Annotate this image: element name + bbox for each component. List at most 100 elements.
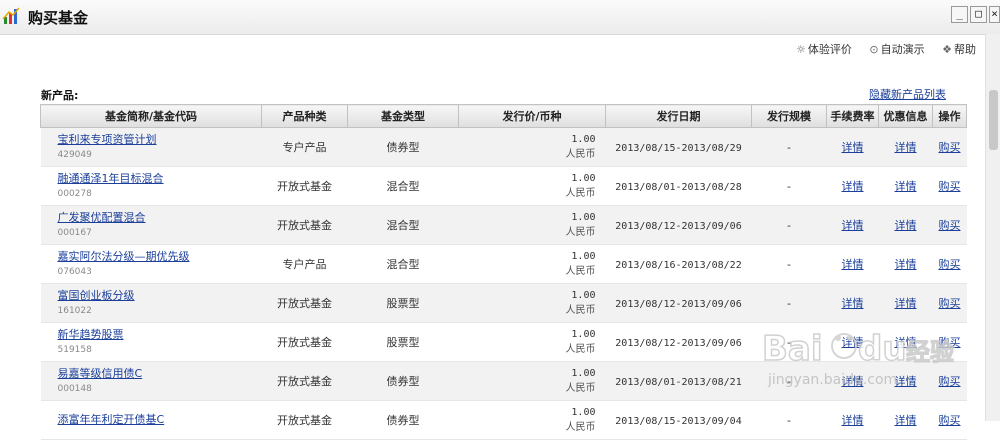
help-link[interactable]: ❖ 帮助 <box>942 41 976 57</box>
fund-code: 429049 <box>57 149 92 160</box>
date-cell: 2013/08/12-2013/09/06 <box>605 205 752 245</box>
buy-link[interactable]: 购买 <box>939 180 961 193</box>
date-cell: 2013/08/15-2013/09/04 <box>605 400 752 440</box>
feedback-link[interactable]: ☼ 体验评价 <box>796 41 852 57</box>
fee-detail-link[interactable]: 详情 <box>842 336 864 349</box>
fee-detail-link[interactable]: 详情 <box>842 180 864 193</box>
currency: 人民币 <box>565 383 596 394</box>
fund-name-link[interactable]: 嘉实阿尔法分级—期优先级 <box>58 249 262 264</box>
header-fund-name[interactable]: 基金简称/基金代码 <box>40 104 262 128</box>
fund-name-link[interactable]: 易嘉等级信用债C <box>58 366 262 381</box>
fund-name-link[interactable]: 宝利来专项资管计划 <box>58 132 262 147</box>
category-cell: 开放式基金 <box>261 400 348 440</box>
promo-cell: 详情 <box>878 166 933 206</box>
promo-cell: 详情 <box>878 244 933 284</box>
fund-code: 161022 <box>57 305 92 316</box>
date-cell: 2013/08/01-2013/08/21 <box>605 361 752 401</box>
price-value: 1.00 <box>571 251 596 262</box>
currency: 人民币 <box>565 422 596 433</box>
fee-detail-link[interactable]: 详情 <box>842 141 864 154</box>
fund-name-cell: 融通通泽1年目标混合 000278 <box>40 166 262 206</box>
chart-app-icon <box>2 7 20 24</box>
price-cell: 1.00 人民币 <box>458 361 606 401</box>
buy-link[interactable]: 购买 <box>939 141 961 154</box>
price-value: 1.00 <box>571 290 596 301</box>
table-row: 易嘉等级信用债C 000148 开放式基金 债券型 1.00 人民币 2013/08… <box>40 361 967 401</box>
buy-link[interactable]: 购买 <box>939 219 961 232</box>
fund-name-cell: 添富年年利定开债基C <box>40 400 262 440</box>
price-value: 1.00 <box>571 329 596 340</box>
promo-detail-link[interactable]: 详情 <box>895 180 917 193</box>
fund-name-link[interactable]: 添富年年利定开债基C <box>58 412 262 427</box>
fund-name-link[interactable]: 融通通泽1年目标混合 <box>58 171 262 186</box>
table-row: 融通通泽1年目标混合 000278 开放式基金 混合型 1.00 人民币 2013/… <box>40 166 967 206</box>
price-value: 1.00 <box>571 368 596 379</box>
gear-icon: ☼ <box>796 43 806 56</box>
header-fee[interactable]: 手续费率 <box>826 104 879 128</box>
fee-detail-link[interactable]: 详情 <box>842 219 864 232</box>
action-cell: 购买 <box>932 244 967 284</box>
auto-demo-link[interactable]: ⊙ 自动演示 <box>869 41 924 57</box>
scale-cell: - <box>751 361 827 401</box>
scale-cell: - <box>751 205 827 245</box>
fund-code: 076043 <box>57 266 92 277</box>
action-cell: 购买 <box>932 361 967 401</box>
fee-cell: 详情 <box>826 283 879 323</box>
promo-detail-link[interactable]: 详情 <box>895 336 917 349</box>
price-value: 1.00 <box>571 173 596 184</box>
scale-cell: - <box>751 283 827 323</box>
buy-link[interactable]: 购买 <box>939 336 961 349</box>
fund-table: 基金简称/基金代码 产品种类 基金类型 发行价/币种 发行日期 发行规模 手续费… <box>40 104 967 440</box>
category-cell: 开放式基金 <box>261 322 348 362</box>
header-date[interactable]: 发行日期 <box>605 104 752 128</box>
price-value: 1.00 <box>571 134 596 145</box>
promo-detail-link[interactable]: 详情 <box>895 258 917 271</box>
fee-cell: 详情 <box>826 244 879 284</box>
date-cell: 2013/08/12-2013/09/06 <box>605 283 752 323</box>
promo-cell: 详情 <box>878 283 933 323</box>
fee-detail-link[interactable]: 详情 <box>842 258 864 271</box>
hide-new-products-link[interactable]: 隐藏新产品列表 <box>869 86 946 102</box>
fund-name-link[interactable]: 广发聚优配置混合 <box>58 210 262 225</box>
header-scale[interactable]: 发行规模 <box>751 104 827 128</box>
buy-link[interactable]: 购买 <box>939 297 961 310</box>
minimize-button[interactable]: _ <box>951 6 968 23</box>
promo-detail-link[interactable]: 详情 <box>895 219 917 232</box>
type-cell: 混合型 <box>347 244 459 284</box>
promo-detail-link[interactable]: 详情 <box>895 297 917 310</box>
action-cell: 购买 <box>932 205 967 245</box>
fund-name-cell: 广发聚优配置混合 000167 <box>40 205 262 245</box>
header-price[interactable]: 发行价/币种 <box>458 104 606 128</box>
type-cell: 股票型 <box>347 283 459 323</box>
fee-detail-link[interactable]: 详情 <box>842 297 864 310</box>
type-cell: 债券型 <box>347 400 459 440</box>
promo-cell: 详情 <box>878 127 933 167</box>
promo-detail-link[interactable]: 详情 <box>895 141 917 154</box>
close-button[interactable]: × <box>989 6 1000 23</box>
table-header-row: 基金简称/基金代码 产品种类 基金类型 发行价/币种 发行日期 发行规模 手续费… <box>40 104 967 128</box>
buy-link[interactable]: 购买 <box>939 375 961 388</box>
currency: 人民币 <box>565 344 596 355</box>
scrollbar-thumb[interactable] <box>989 90 998 150</box>
price-cell: 1.00 人民币 <box>458 244 606 284</box>
play-icon: ⊙ <box>869 43 879 56</box>
promo-cell: 详情 <box>878 205 933 245</box>
fee-detail-link[interactable]: 详情 <box>842 375 864 388</box>
header-category[interactable]: 产品种类 <box>261 104 348 128</box>
fund-name-link[interactable]: 新华趋势股票 <box>58 327 262 342</box>
fee-cell: 详情 <box>826 322 879 362</box>
header-fund-type[interactable]: 基金类型 <box>347 104 459 128</box>
help-toolbar: ☼ 体验评价 ⊙ 自动演示 ❖ 帮助 <box>782 41 976 57</box>
restore-button[interactable]: □ <box>970 6 987 23</box>
fund-code: 000167 <box>57 227 92 238</box>
buy-link[interactable]: 购买 <box>939 258 961 271</box>
vertical-scrollbar[interactable] <box>985 34 1000 421</box>
promo-detail-link[interactable]: 详情 <box>895 375 917 388</box>
table-row: 宝利来专项资管计划 429049 专户产品 债券型 1.00 人民币 2013/08… <box>40 127 967 167</box>
section-title: 新产品: <box>41 89 79 102</box>
header-promo[interactable]: 优惠信息 <box>878 104 933 128</box>
currency: 人民币 <box>565 149 596 160</box>
help-icon: ❖ <box>942 43 952 56</box>
fund-name-cell: 嘉实阿尔法分级—期优先级 076043 <box>40 244 262 284</box>
fund-name-link[interactable]: 富国创业板分级 <box>58 288 262 303</box>
